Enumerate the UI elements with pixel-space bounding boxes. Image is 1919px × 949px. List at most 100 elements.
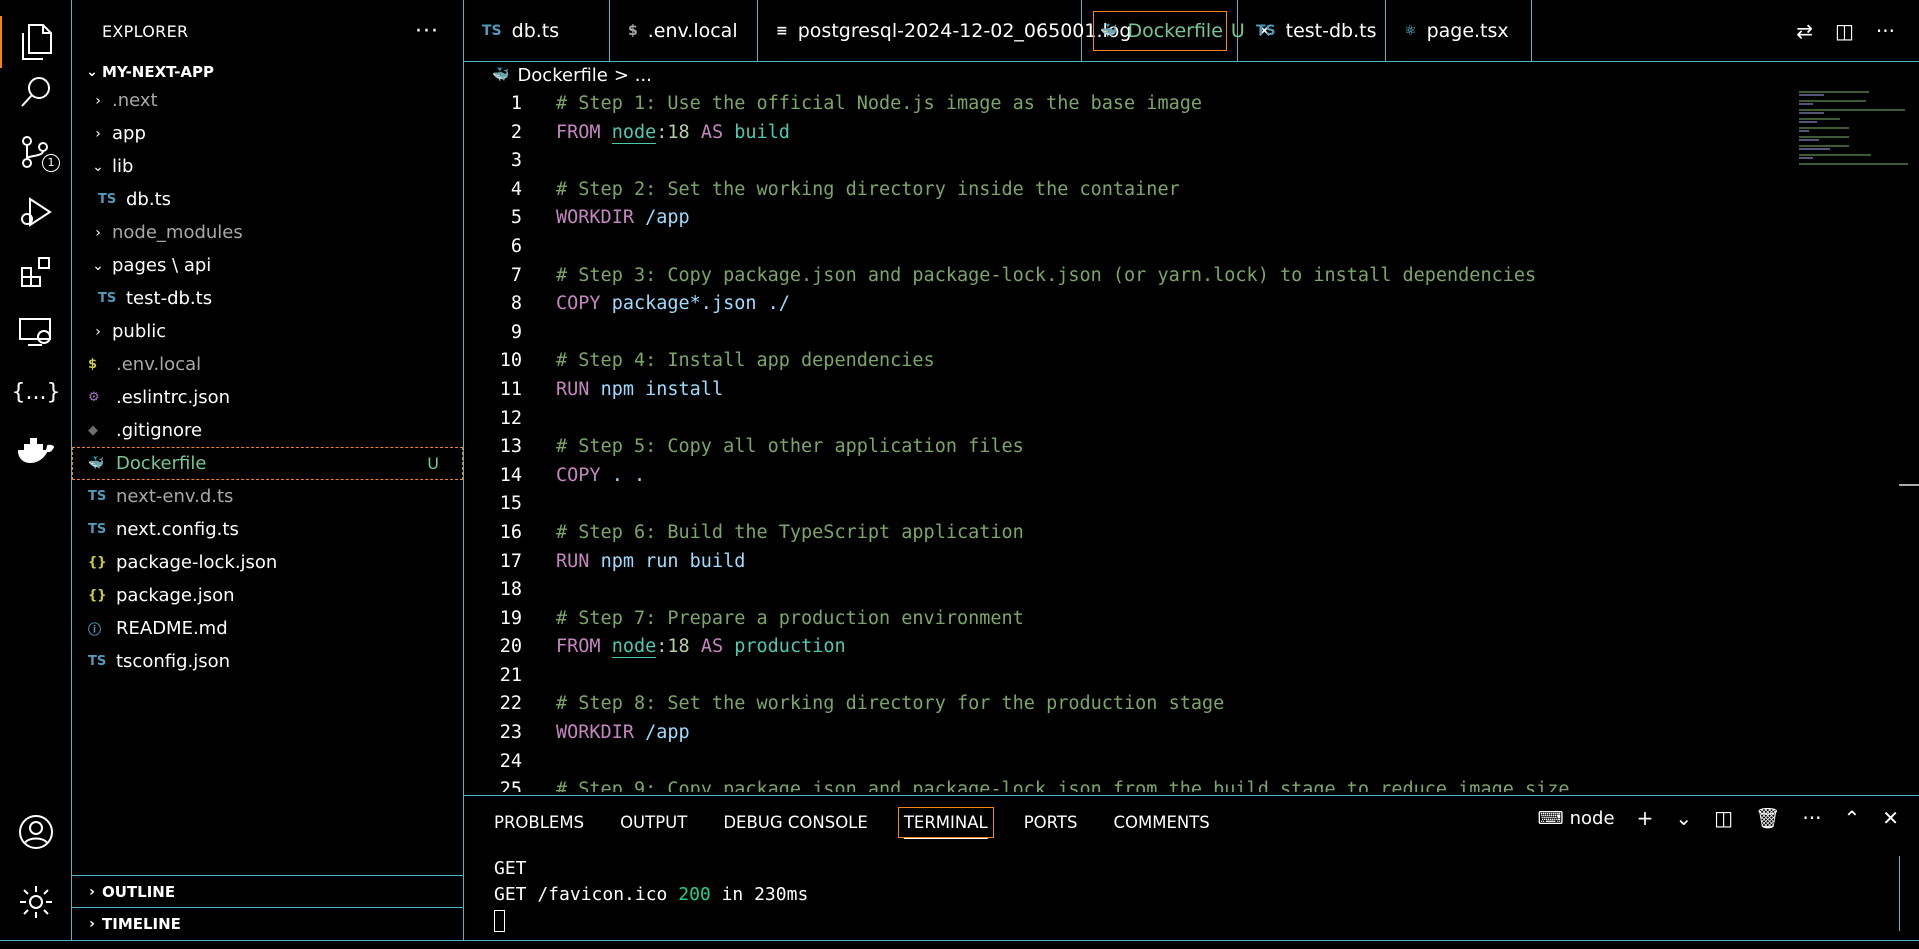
code-editor[interactable]: 1 # Step 1: Use the official Node.js imag…: [464, 90, 1900, 792]
docker-icon[interactable]: [0, 420, 72, 484]
remote-explorer-icon[interactable]: [0, 300, 72, 364]
panel-tab-ports[interactable]: PORTS: [1024, 813, 1078, 832]
line-number: 10: [499, 350, 522, 372]
close-panel-icon[interactable]: ✕: [1882, 806, 1899, 830]
minimap-line: [1799, 121, 1817, 123]
breadcrumb-file[interactable]: Dockerfile: [517, 65, 607, 86]
activity-bar: 1 {...}: [0, 0, 72, 949]
line-number: 20: [499, 636, 522, 658]
tree-item[interactable]: TS next.config.ts: [72, 513, 463, 546]
workspace-root[interactable]: ⌄ MY-NEXT-APP: [72, 60, 463, 84]
breadcrumb-sep[interactable]: > ...: [614, 65, 652, 86]
split-editor-icon[interactable]: ◫: [1835, 19, 1854, 43]
ts-file-icon: TS: [88, 522, 107, 537]
tree-item[interactable]: › .next: [72, 84, 463, 117]
chevron-down-icon: ⌄: [86, 64, 98, 80]
tab-test-db-ts[interactable]: TS test-db.ts: [1238, 0, 1386, 62]
terminal-prompt[interactable]: [494, 908, 1919, 934]
tree-item[interactable]: 🐳 Dockerfile U: [72, 447, 463, 480]
more-actions-icon[interactable]: ···: [1802, 806, 1821, 830]
tab-page-tsx[interactable]: ⚛ page.tsx: [1386, 0, 1532, 62]
search-icon[interactable]: [0, 60, 72, 124]
workspace-root-label: MY-NEXT-APP: [102, 63, 215, 81]
gear-icon[interactable]: [0, 870, 72, 934]
terminal-output[interactable]: GET GET /favicon.ico 200 in 230ms: [464, 856, 1919, 934]
minimap-line: [1799, 139, 1820, 141]
more-actions-icon[interactable]: ···: [415, 19, 439, 44]
account-icon[interactable]: [0, 800, 72, 864]
tree-item[interactable]: › app: [72, 117, 463, 150]
code-text: FROM node:18 AS build: [526, 119, 790, 148]
tree-item[interactable]: › public: [72, 315, 463, 348]
tree-item[interactable]: TS next-env.d.ts: [72, 480, 463, 513]
tree-item-label: .eslintrc.json: [116, 387, 231, 408]
tab-postgresql-2024-12-02-065001-log[interactable]: ≡ postgresql-2024-12-02_065001.log: [758, 0, 1131, 62]
code-token: RUN: [556, 378, 601, 400]
terminal-selector[interactable]: ⌨ node: [1538, 808, 1615, 829]
outline-section[interactable]: › OUTLINE: [72, 875, 464, 908]
trash-icon[interactable]: 🗑: [1755, 806, 1780, 830]
code-line: 16 # Step 6: Build the TypeScript applica…: [464, 519, 1900, 548]
code-line: 22 # Step 8: Set the working directory fo…: [464, 690, 1900, 719]
maximize-panel-icon[interactable]: ⌃: [1843, 806, 1860, 830]
code-text: # Step 5: Copy all other application fil…: [526, 433, 1024, 462]
editor-scrollbar[interactable]: [1899, 484, 1919, 486]
tab-dockerfile[interactable]: 🐳 Dockerfile U ✕: [1082, 0, 1272, 62]
panel-tab-comments[interactable]: COMMENTS: [1113, 813, 1209, 832]
tree-item-label: README.md: [116, 618, 228, 639]
chevron-right-icon: ›: [95, 125, 101, 142]
json-icon[interactable]: {...}: [0, 360, 72, 424]
line-number: 14: [499, 464, 522, 486]
terminal-scrollbar[interactable]: [1899, 856, 1919, 931]
tree-item[interactable]: ⌄ pages \ api: [72, 249, 463, 282]
line-number: 4: [510, 178, 522, 200]
compare-changes-icon[interactable]: ⇄: [1796, 19, 1813, 43]
minimap[interactable]: [1799, 90, 1919, 200]
more-actions-icon[interactable]: ···: [1876, 19, 1895, 43]
source-control-icon[interactable]: 1: [0, 120, 72, 184]
panel-tab-output[interactable]: OUTPUT: [620, 813, 687, 832]
tree-item-label: .next: [112, 90, 158, 111]
tree-item[interactable]: TS tsconfig.json: [72, 645, 463, 678]
tree-item[interactable]: ⚙ .eslintrc.json: [72, 381, 463, 414]
minimap-line: [1799, 100, 1867, 102]
line-number: 22: [499, 693, 522, 715]
tree-item[interactable]: ◆ .gitignore: [72, 414, 463, 447]
code-token: AS: [689, 121, 735, 143]
panel-tab-problems[interactable]: PROBLEMS: [494, 813, 584, 832]
split-terminal-icon[interactable]: ◫: [1714, 806, 1733, 830]
code-token: WORKDIR: [556, 722, 646, 744]
tree-item-label: .gitignore: [116, 420, 203, 441]
line-number: 19: [499, 607, 522, 629]
tree-item[interactable]: › node_modules: [72, 216, 463, 249]
timeline-section[interactable]: › TIMELINE: [72, 907, 464, 940]
tab-db-ts[interactable]: TS db.ts: [464, 0, 610, 62]
code-token: # Step 2: Set the working directory insi…: [556, 178, 1180, 200]
panel-tab-debug-console[interactable]: DEBUG CONSOLE: [723, 813, 868, 832]
tree-item[interactable]: {} package.json: [72, 579, 463, 612]
tree-item[interactable]: $ .env.local: [72, 348, 463, 381]
tab--env-local[interactable]: $ .env.local: [610, 0, 758, 62]
new-terminal-icon[interactable]: +: [1637, 806, 1654, 830]
extensions-icon[interactable]: [0, 240, 72, 304]
tree-item[interactable]: TS test-db.ts: [72, 282, 463, 315]
file-type-icon: ≡: [776, 23, 788, 39]
code-token: npm run build: [600, 550, 746, 572]
tree-item[interactable]: {} package-lock.json: [72, 546, 463, 579]
panel-tab-terminal[interactable]: TERMINAL: [897, 806, 994, 838]
code-text: WORKDIR /app: [526, 719, 690, 748]
code-text: # Step 2: Set the working directory insi…: [526, 176, 1180, 205]
tree-item[interactable]: ⌄ lib: [72, 150, 463, 183]
tree-item[interactable]: ⓘ README.md: [72, 612, 463, 645]
code-line: 12: [464, 405, 1900, 434]
code-line: 2 FROM node:18 AS build: [464, 119, 1900, 148]
chevron-down-icon[interactable]: ⌄: [1675, 806, 1692, 830]
code-token: WORKDIR: [556, 207, 646, 229]
code-token: /app: [645, 722, 690, 744]
run-debug-icon[interactable]: [0, 180, 72, 244]
tree-item[interactable]: TS db.ts: [72, 183, 463, 216]
code-line: 18: [464, 576, 1900, 605]
minimap-line: [1799, 109, 1905, 111]
